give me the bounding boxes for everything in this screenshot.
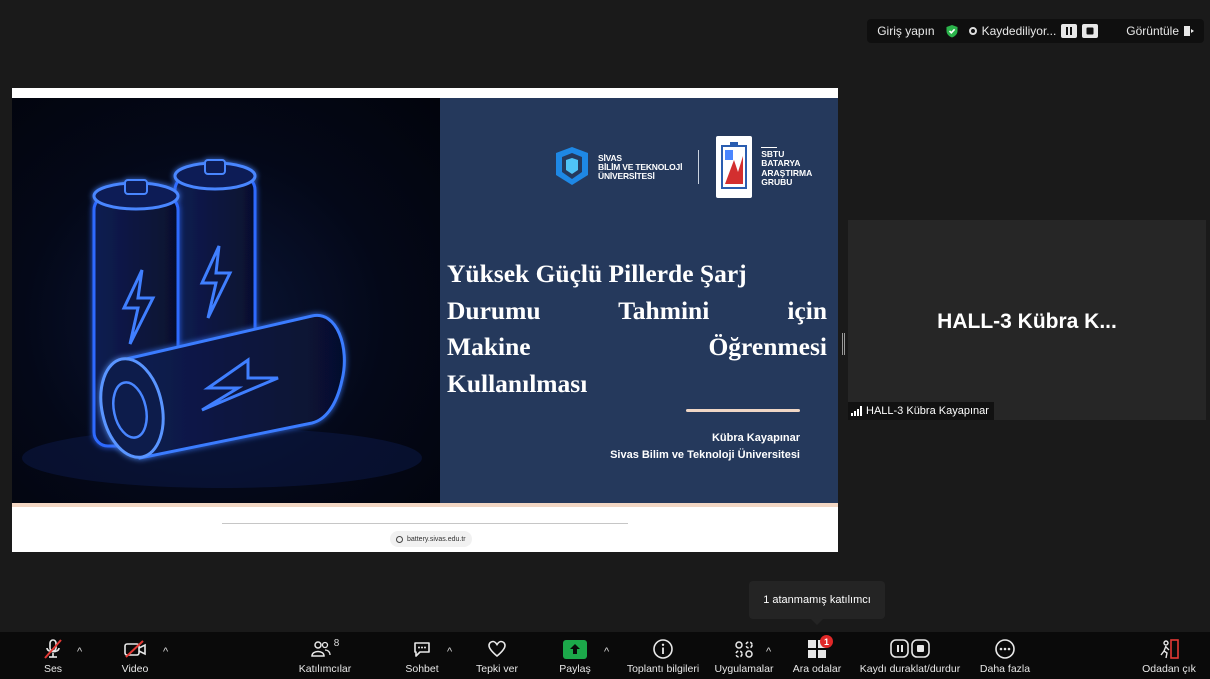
apps-options-caret[interactable]: ^: [766, 646, 771, 658]
author-name: Kübra Kayapınar: [711, 432, 800, 444]
footer-url: battery.sivas.edu.tr: [390, 531, 472, 547]
meeting-info-label: Toplantı bilgileri: [626, 663, 700, 675]
recording-control-label: Kaydı duraklat/durdur: [859, 663, 961, 675]
meeting-toolbar: Ses ^ Video ^ 8 Katılımcılar Sohbet ^ Te…: [0, 632, 1210, 679]
meeting-status-bar: Giriş yapın Kaydediliyor... Görüntüle: [867, 19, 1204, 43]
share-label: Paylaş: [559, 663, 591, 675]
group-line: GRUBU: [761, 177, 793, 187]
author-affiliation: Sivas Bilim ve Teknoloji Üniversitesi: [610, 449, 800, 461]
leave-room-icon: [1160, 639, 1179, 659]
participant-video-tile[interactable]: HALL-3 Kübra K... HALL-3 Kübra Kayapınar: [848, 220, 1206, 420]
video-options-caret[interactable]: ^: [163, 646, 168, 658]
breakout-badge: 1: [820, 635, 833, 648]
breakout-tooltip: 1 atanmamış katılımcı: [749, 581, 885, 625]
sign-in-link[interactable]: Giriş yapın: [877, 24, 934, 38]
chat-icon: [414, 642, 430, 657]
title-line: Kullanılması: [447, 368, 588, 398]
shared-screen: SİVAS BİLİM VE TEKNOLOJİ ÜNİVERSİTESİ SB…: [12, 88, 838, 552]
security-shield-icon[interactable]: [945, 24, 959, 38]
accent-divider: [686, 409, 800, 412]
stop-icon: [1086, 27, 1094, 35]
participant-name-label: HALL-3 Kübra Kayapınar: [848, 402, 994, 420]
more-icon: [995, 639, 1015, 659]
university-line: ÜNİVERSİTESİ: [598, 170, 655, 181]
participants-button[interactable]: 8 Katılımcılar: [296, 632, 354, 679]
footer-divider: [222, 523, 628, 524]
participants-label: Katılımcılar: [298, 663, 352, 675]
audio-label: Ses: [43, 663, 63, 675]
participant-display-name: HALL-3 Kübra K...: [937, 310, 1117, 333]
chat-button[interactable]: Sohbet: [403, 632, 441, 679]
panel-resize-handle[interactable]: [842, 333, 845, 355]
recording-indicator: Kaydediliyor...: [968, 24, 1099, 38]
react-button[interactable]: Tepki ver: [475, 632, 519, 679]
participants-count: 8: [333, 638, 340, 649]
share-arrow-icon: [563, 639, 587, 659]
audio-button[interactable]: Ses: [38, 632, 68, 679]
participants-icon: [310, 641, 331, 657]
globe-icon: [396, 535, 403, 543]
university-name: SİVAS BİLİM VE TEKNOLOJİ ÜNİVERSİTESİ: [598, 153, 682, 181]
leave-room-button[interactable]: Odadan çık: [1140, 632, 1198, 679]
author-block: Kübra Kayapınar Sivas Bilim ve Teknoloji…: [610, 430, 800, 464]
meeting-info-button[interactable]: Toplantı bilgileri: [624, 632, 702, 679]
chat-options-caret[interactable]: ^: [447, 646, 452, 658]
university-logo: [556, 147, 588, 185]
share-screen-button[interactable]: Paylaş: [557, 632, 593, 679]
video-button[interactable]: Video: [118, 632, 152, 679]
apps-icon: [735, 641, 753, 658]
recording-control-button[interactable]: Kaydı duraklat/durdur: [857, 632, 963, 679]
pause-recording-button[interactable]: [1061, 24, 1078, 38]
breakout-label: Ara odalar: [792, 663, 842, 675]
view-layout-icon: [1184, 26, 1194, 36]
video-label: Video: [121, 663, 149, 675]
pause-stop-recording-icon: [890, 639, 930, 658]
share-options-caret[interactable]: ^: [604, 646, 609, 658]
footer-url-text: battery.sivas.edu.tr: [407, 535, 466, 543]
research-group-name: SBTU BATARYA ARAŞTIRMA GRUBU: [761, 146, 812, 188]
research-group-logo: [716, 136, 753, 198]
react-label: Tepki ver: [475, 663, 518, 675]
pause-icon: [1066, 27, 1073, 35]
title-line: Durumu Tahmini için: [447, 295, 827, 325]
slide-title: Yüksek Güçlü Pillerde Şarj Durumu Tahmin…: [447, 256, 827, 402]
view-menu-button[interactable]: Görüntüle: [1126, 24, 1194, 38]
leave-room-label: Odadan çık: [1142, 663, 1196, 675]
slide-footer: battery.sivas.edu.tr: [12, 507, 838, 552]
video-off-icon: [124, 640, 146, 658]
title-line: Makine Öğrenmesi: [447, 332, 827, 361]
more-button[interactable]: Daha fazla: [978, 632, 1032, 679]
heart-icon: [488, 640, 506, 658]
stop-recording-button[interactable]: [1082, 24, 1099, 38]
logo-divider: [698, 150, 700, 184]
title-panel: SİVAS BİLİM VE TEKNOLOJİ ÜNİVERSİTESİ SB…: [440, 98, 838, 503]
recording-status: Kaydediliyor...: [981, 24, 1057, 38]
info-icon: [653, 639, 673, 659]
battery-image: [12, 98, 440, 503]
title-line: Yüksek Güçlü Pillerde Şarj: [447, 259, 747, 288]
chat-label: Sohbet: [405, 663, 439, 675]
muted-mic-icon: [44, 639, 62, 659]
recording-dot-icon: [968, 27, 977, 35]
apps-label: Uygulamalar: [714, 663, 774, 675]
view-label: Görüntüle: [1126, 24, 1179, 38]
participant-label-text: HALL-3 Kübra Kayapınar: [866, 405, 989, 417]
breakout-rooms-button[interactable]: 1 Ara odalar: [790, 632, 844, 679]
more-label: Daha fazla: [979, 663, 1031, 675]
signal-strength-icon: [851, 406, 862, 416]
logo-row: SİVAS BİLİM VE TEKNOLOJİ ÜNİVERSİTESİ SB…: [550, 136, 812, 198]
audio-options-caret[interactable]: ^: [77, 646, 82, 658]
